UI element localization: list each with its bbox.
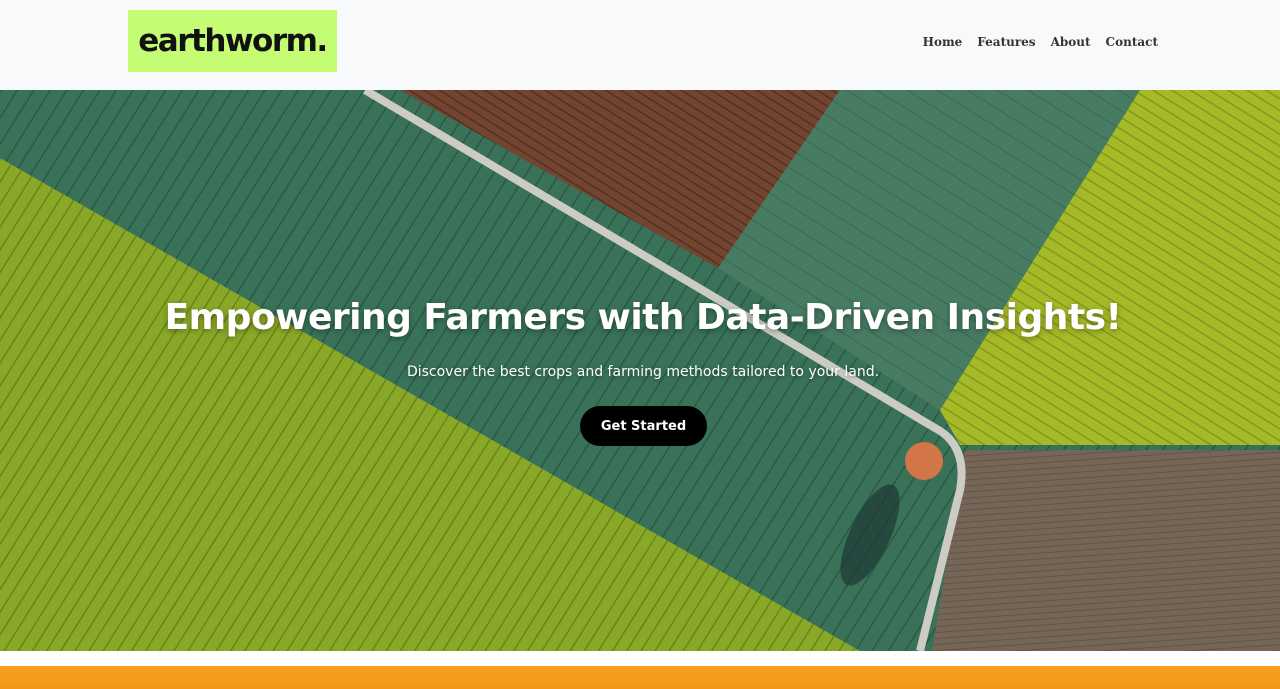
main-nav: Home Features About Contact	[923, 35, 1158, 49]
hero-title: Empowering Farmers with Data-Driven Insi…	[164, 297, 1122, 338]
nav-link-contact[interactable]: Contact	[1106, 35, 1158, 49]
hero-section: Empowering Farmers with Data-Driven Insi…	[0, 90, 1280, 651]
nav-link-about[interactable]: About	[1051, 35, 1091, 49]
logo-text: earthworm.	[138, 23, 328, 59]
get-started-button[interactable]: Get Started	[580, 406, 707, 446]
nav-link-home[interactable]: Home	[923, 35, 963, 49]
nav-link-features[interactable]: Features	[977, 35, 1035, 49]
hero-subtitle: Discover the best crops and farming meth…	[406, 364, 880, 380]
site-header: earthworm. Home Features About Contact	[0, 0, 1280, 90]
next-section-band	[0, 666, 1280, 689]
logo[interactable]: earthworm.	[128, 10, 337, 72]
